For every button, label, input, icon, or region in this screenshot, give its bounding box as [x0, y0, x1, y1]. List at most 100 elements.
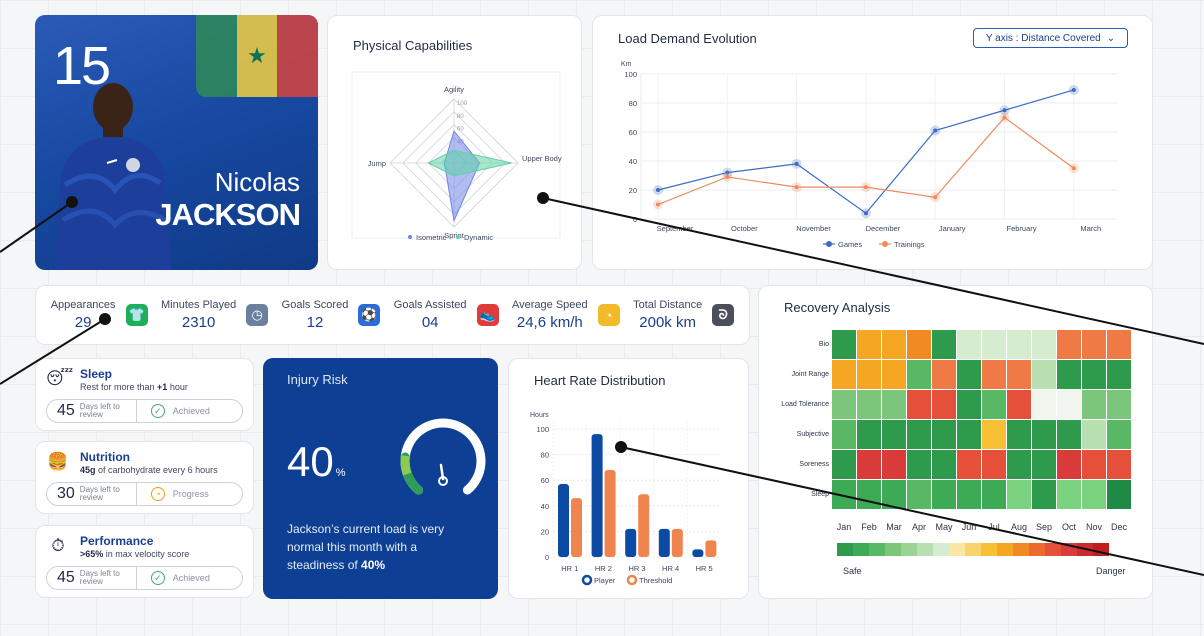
- stat-label: Goals Scored: [281, 299, 349, 311]
- radar-tick: 100: [457, 101, 468, 107]
- status-label: Achieved: [172, 573, 210, 583]
- legend-marker: [882, 241, 888, 247]
- stat-appearances[interactable]: Appearances 29 👕: [51, 299, 148, 331]
- heatmap-cell: [857, 420, 881, 449]
- load-demand-card[interactable]: Load Demand Evolution Y axis : Distance …: [592, 15, 1153, 270]
- player-card[interactable]: ★ 15 Nicolas JACKSON: [35, 15, 318, 270]
- days-left-count: 30: [57, 485, 75, 502]
- heatmap-month-label: Oct: [1061, 522, 1076, 532]
- heatmap-cell: [832, 360, 856, 389]
- data-point: [933, 128, 938, 133]
- heatmap-cell: [957, 420, 981, 449]
- injury-risk-title: Injury Risk: [287, 372, 348, 387]
- x-tick-label: December: [866, 224, 901, 233]
- heatmap-cell: [1007, 450, 1031, 479]
- goal-card-performance[interactable]: ⏱ Performance >65% in max velocity score 45…: [35, 525, 254, 598]
- heatmap-cell: [882, 360, 906, 389]
- injury-risk-number: 40: [287, 438, 334, 485]
- heatmap-cell: [982, 330, 1006, 359]
- goal-card-nutrition[interactable]: 🍔 Nutrition 45g of carbohydrate every 6 ho…: [35, 441, 254, 514]
- heatmap-cell: [932, 390, 956, 419]
- stat-goals-assisted[interactable]: Goals Assisted 04 👟: [394, 299, 499, 331]
- review-pill[interactable]: 45 Days left to review ✓ Achieved: [46, 399, 243, 423]
- scale-swatch: [1029, 543, 1045, 556]
- heatmap-row-label: Sleep: [811, 491, 829, 498]
- stat-value: 24,6 km/h: [516, 314, 583, 331]
- ball-icon: ⚽: [358, 304, 381, 326]
- progress-icon: ◔: [150, 487, 165, 501]
- heatmap-cell: [882, 390, 906, 419]
- heatmap-cell: [1057, 450, 1081, 479]
- goal-card-title: Sleep: [80, 367, 113, 381]
- y-tick-label: 60: [629, 128, 637, 137]
- stat-minutes-played[interactable]: Minutes Played 2310 ◷: [161, 299, 269, 331]
- heatmap-cell: [1032, 420, 1056, 449]
- physical-capabilities-card[interactable]: Physical Capabilities 100806040AgilityUp…: [327, 15, 582, 270]
- heatmap-row-label: Joint Range: [791, 371, 829, 378]
- heatmap-cell: [1107, 360, 1131, 389]
- heatmap-cell: [1107, 480, 1131, 509]
- heatmap-cell: [982, 420, 1006, 449]
- heatmap-cell: [1082, 450, 1106, 479]
- heatmap-cell: [1057, 390, 1081, 419]
- injury-risk-value: 40%: [287, 438, 346, 486]
- heatmap-cell: [882, 330, 906, 359]
- data-point: [1071, 87, 1076, 92]
- heatmap-month-label: May: [935, 522, 953, 532]
- heatmap-row-label: Soreness: [799, 461, 829, 468]
- scale-safe-label: Safe: [843, 566, 862, 576]
- heatmap-cell: [1007, 390, 1031, 419]
- injury-risk-card[interactable]: Injury Risk 40% Jackson’s current load i…: [263, 358, 498, 599]
- goal-card-text: Nutrition 45g of carbohydrate every 6 hou…: [80, 450, 218, 475]
- goal-card-sleep[interactable]: 😴 Sleep Rest for more than +1 hour 45 Days l…: [35, 358, 254, 431]
- y-tick-label: 40: [629, 157, 637, 166]
- heatmap-cell: [1082, 480, 1106, 509]
- radar-axis-label: Agility: [444, 85, 464, 94]
- heatmap-cell: [907, 450, 931, 479]
- heatmap-cell: [1032, 390, 1056, 419]
- heatmap-cell: [832, 390, 856, 419]
- stat-label: Goals Assisted: [393, 299, 467, 311]
- heatmap-cell: [982, 390, 1006, 419]
- x-tick-label: HR 1: [561, 564, 578, 573]
- heatmap-cell: [1032, 480, 1056, 509]
- stat-average-speed[interactable]: Average Speed 24,6 km/h ◔: [512, 299, 620, 331]
- data-point: [863, 185, 868, 190]
- review-pill[interactable]: 45 Days left to review ✓ Achieved: [46, 566, 243, 590]
- scale-swatch: [885, 543, 901, 556]
- boot-icon: 👟: [476, 304, 499, 326]
- heatmap-cell: [907, 480, 931, 509]
- days-left-label: Days left to review: [79, 402, 120, 419]
- heatmap-cell: [1032, 360, 1056, 389]
- scale-swatch: [1061, 543, 1077, 556]
- legend-dot: [408, 235, 412, 239]
- radar-tick: 80: [457, 114, 464, 120]
- stat-total-distance[interactable]: Total Distance 200k km ᘐ: [633, 299, 735, 331]
- heatmap-cell: [1032, 450, 1056, 479]
- scale-swatch: [997, 543, 1013, 556]
- goal-card-text: Sleep Rest for more than +1 hour: [80, 367, 188, 392]
- stat-goals-scored[interactable]: Goals Scored 12 ⚽: [282, 299, 381, 331]
- bar-threshold: [604, 469, 616, 557]
- y-tick-label: 0: [545, 553, 549, 562]
- stat-value: 12: [306, 314, 324, 331]
- y-tick-label: 100: [536, 425, 549, 434]
- x-tick-label: March: [1080, 224, 1101, 233]
- goal-card-title: Nutrition: [80, 450, 130, 464]
- shirt-icon: 👕: [125, 304, 148, 326]
- legend-label: Threshold: [639, 576, 672, 585]
- stat-value: 29: [74, 314, 92, 331]
- recovery-analysis-card[interactable]: Recovery Analysis Safe Danger Bio Joint R…: [758, 285, 1153, 599]
- goal-card-header: ⏱ Performance >65% in max velocity score: [46, 534, 189, 559]
- legend-label: Player: [594, 576, 616, 585]
- legend-marker: [826, 241, 832, 247]
- heatmap-cell: [907, 360, 931, 389]
- review-pill[interactable]: 30 Days left to review ◔ Progress: [46, 482, 243, 506]
- heatmap-cell: [1082, 330, 1106, 359]
- heart-rate-card[interactable]: Heart Rate Distribution Hours 0 20 40 60 80 10…: [508, 358, 749, 599]
- heatmap-scale: [837, 543, 1109, 556]
- goal-card-header: 😴 Sleep Rest for more than +1 hour: [46, 367, 188, 392]
- subtitle-bold: >65%: [80, 549, 104, 559]
- stat-text: Minutes Played 2310: [161, 299, 236, 331]
- stat-text: Total Distance 200k km: [633, 299, 702, 331]
